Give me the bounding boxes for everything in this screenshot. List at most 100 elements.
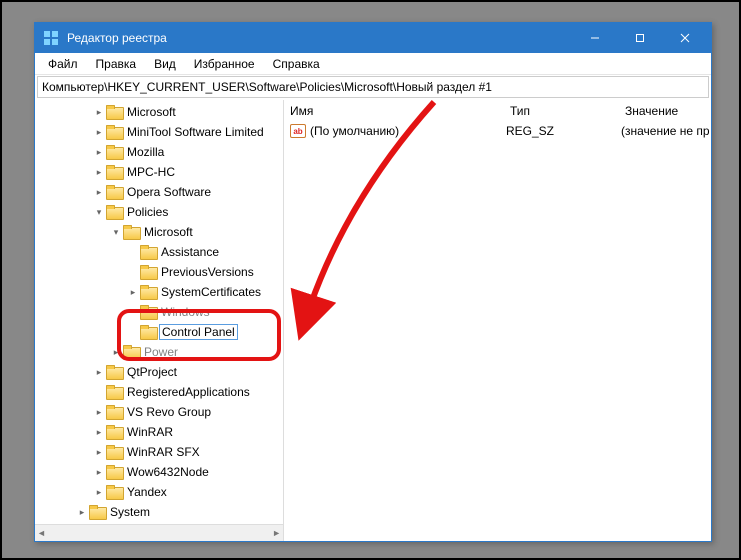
folder-icon [89, 505, 105, 519]
tree-item-label: MPC-HC [125, 164, 177, 180]
registry-editor-window: Редактор реестра Файл Правка Вид Избранн… [34, 22, 712, 542]
expand-icon[interactable]: ▸ [92, 185, 106, 199]
folder-icon [123, 225, 139, 239]
maximize-button[interactable] [617, 23, 662, 53]
folder-icon [106, 205, 122, 219]
regedit-icon [43, 30, 59, 46]
tree-item[interactable]: ▸ MiniTool Software Limited [35, 122, 283, 142]
folder-icon [140, 285, 156, 299]
value-name: (По умолчанию) [310, 124, 506, 138]
expand-icon[interactable]: ▸ [92, 485, 106, 499]
tree-item[interactable]: Assistance [35, 242, 283, 262]
menu-favorites[interactable]: Избранное [185, 55, 264, 73]
menu-edit[interactable]: Правка [87, 55, 146, 73]
tree-item[interactable]: ▸ Wow6432Node [35, 462, 283, 482]
tree-item-label: RegisteredApplications [125, 384, 252, 400]
tree-item[interactable]: ▸ VS Revo Group [35, 402, 283, 422]
tree-item[interactable]: ▸ System [35, 502, 283, 522]
tree-item[interactable]: ▸QtProject [35, 362, 283, 382]
tree-item[interactable]: ▾ Policies [35, 202, 283, 222]
values-pane[interactable]: Имя Тип Значение (По умолчанию) REG_SZ (… [284, 100, 711, 541]
tree-item-label: Policies [125, 204, 170, 220]
expand-icon[interactable]: ▸ [75, 505, 89, 519]
tree-item-label: Yandex [125, 484, 169, 500]
tree-item-label: Opera Software [125, 184, 213, 200]
expand-icon[interactable]: ▸ [92, 125, 106, 139]
value-row[interactable]: (По умолчанию) REG_SZ (значение не пр [284, 122, 711, 140]
body-split: ▸Microsoft▸MiniTool Software Limited▸Moz… [35, 100, 711, 541]
tree-item[interactable]: ▸ Power [35, 342, 283, 362]
value-data: (значение не пр [621, 124, 711, 138]
menu-help[interactable]: Справка [264, 55, 329, 73]
expand-icon[interactable]: ▸ [109, 345, 123, 359]
address-bar[interactable]: Компьютер\HKEY_CURRENT_USER\Software\Pol… [37, 76, 709, 98]
tree-item-label: SystemCertificates [159, 284, 263, 300]
tree-item-label: MiniTool Software Limited [125, 124, 266, 140]
folder-icon [106, 125, 122, 139]
tree-item[interactable]: ▸ MPC-HC [35, 162, 283, 182]
title-bar[interactable]: Редактор реестра [35, 23, 711, 53]
value-type: REG_SZ [506, 124, 621, 138]
expand-icon[interactable]: ▸ [126, 285, 140, 299]
tree-item[interactable]: ▾ Microsoft [35, 222, 283, 242]
tree-hscrollbar[interactable]: ◄ ► [35, 524, 283, 541]
expand-icon[interactable]: ▸ [92, 105, 106, 119]
tree-item[interactable]: PreviousVersions [35, 262, 283, 282]
tree-item[interactable]: ▸Microsoft [35, 102, 283, 122]
expand-icon[interactable]: ▸ [92, 465, 106, 479]
tree-item-label: PreviousVersions [159, 264, 256, 280]
folder-icon [140, 305, 156, 319]
minimize-button[interactable] [572, 23, 617, 53]
folder-icon [123, 345, 139, 359]
expand-icon[interactable]: ▸ [92, 365, 106, 379]
folder-icon [140, 245, 156, 259]
tree-item[interactable]: Control Panel [35, 322, 283, 342]
address-text: Компьютер\HKEY_CURRENT_USER\Software\Pol… [42, 80, 492, 94]
col-type[interactable]: Тип [504, 102, 619, 120]
col-name[interactable]: Имя [284, 102, 504, 120]
tree-item[interactable]: ▸ Opera Software [35, 182, 283, 202]
column-headers[interactable]: Имя Тип Значение [284, 100, 711, 122]
expand-icon[interactable]: ▸ [92, 145, 106, 159]
expand-icon[interactable]: ▸ [92, 425, 106, 439]
menu-file[interactable]: Файл [39, 55, 87, 73]
tree-item[interactable]: RegisteredApplications [35, 382, 283, 402]
tree-item[interactable]: ▸ Yandex [35, 482, 283, 502]
folder-icon [140, 265, 156, 279]
tree-item[interactable]: ▸ SystemCertificates [35, 282, 283, 302]
tree-item-label: Assistance [159, 244, 221, 260]
tree-item-label: VS Revo Group [125, 404, 213, 420]
tree-pane[interactable]: ▸Microsoft▸MiniTool Software Limited▸Moz… [35, 100, 284, 541]
expand-icon[interactable]: ▸ [92, 405, 106, 419]
tree-item[interactable]: ▸Mozilla [35, 142, 283, 162]
tree-item-label: WinRAR SFX [125, 444, 202, 460]
tree-item[interactable]: Windows [35, 302, 283, 322]
folder-icon [106, 445, 122, 459]
folder-icon [106, 105, 122, 119]
tree-item-label: Power [142, 344, 180, 360]
collapse-icon[interactable]: ▾ [92, 205, 106, 219]
tree-item-label: Wow6432Node [125, 464, 211, 480]
folder-icon [106, 485, 122, 499]
collapse-icon[interactable]: ▾ [109, 225, 123, 239]
close-button[interactable] [662, 23, 707, 53]
tree-item-label: System [108, 504, 152, 520]
scroll-right-icon[interactable]: ► [272, 528, 281, 538]
scroll-left-icon[interactable]: ◄ [37, 528, 46, 538]
tree-item-label: Microsoft [142, 224, 195, 240]
tree-item[interactable]: ▸ WinRAR [35, 422, 283, 442]
menu-view[interactable]: Вид [145, 55, 185, 73]
folder-icon [106, 465, 122, 479]
expand-icon[interactable]: ▸ [92, 165, 106, 179]
folder-icon [106, 165, 122, 179]
menu-bar: Файл Правка Вид Избранное Справка [35, 53, 711, 75]
folder-icon [140, 325, 156, 339]
folder-icon [106, 405, 122, 419]
folder-icon [106, 365, 122, 379]
tree-item[interactable]: ▸ WinRAR SFX [35, 442, 283, 462]
tree-item-label: WinRAR [125, 424, 175, 440]
col-value[interactable]: Значение [619, 102, 711, 120]
folder-icon [106, 145, 122, 159]
expand-icon[interactable]: ▸ [92, 445, 106, 459]
rename-input[interactable]: Control Panel [159, 324, 238, 340]
